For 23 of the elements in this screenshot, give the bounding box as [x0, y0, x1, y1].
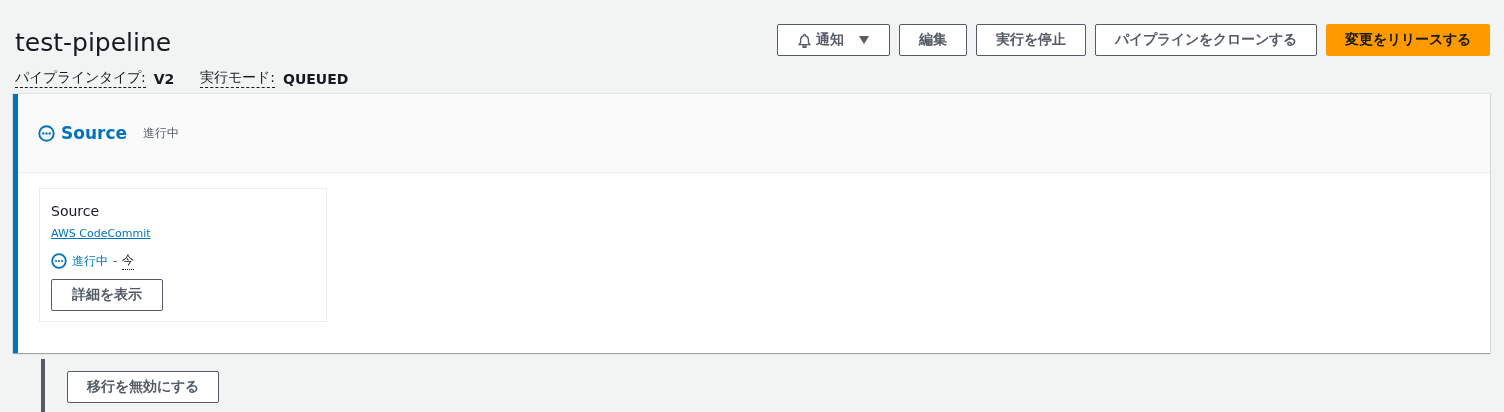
- pipeline-title: test-pipeline: [15, 28, 172, 57]
- meta-value: QUEUED: [283, 70, 349, 87]
- in-progress-icon: [51, 253, 67, 269]
- stage-name: Source: [61, 123, 128, 143]
- action-status: 進行中: [72, 252, 108, 270]
- separator: -: [113, 254, 118, 268]
- action-button[interactable]: パイプラインをクローンする: [1095, 24, 1317, 56]
- action-name: Source: [51, 203, 100, 219]
- caret-icon: [858, 35, 870, 45]
- meta-label: パイプラインタイプ:: [15, 69, 146, 88]
- details-button[interactable]: 詳細を表示: [51, 279, 163, 311]
- action-button[interactable]: 編集: [899, 24, 967, 56]
- action-button[interactable]: 実行を停止: [976, 24, 1086, 56]
- stage-status: 進行中: [143, 124, 180, 142]
- notifications-button[interactable]: 通知: [777, 24, 890, 56]
- timestamp: 今: [122, 252, 135, 270]
- release-button[interactable]: 変更をリリースする: [1326, 24, 1490, 56]
- meta-value: V2: [153, 70, 175, 87]
- meta-label: 実行モード:: [200, 69, 275, 88]
- bell-icon: [797, 32, 812, 48]
- provider-link[interactable]: AWS CodeCommit: [51, 227, 151, 240]
- in-progress-icon: [38, 124, 55, 142]
- disable-transition-button[interactable]: 移行を無効にする: [67, 371, 219, 403]
